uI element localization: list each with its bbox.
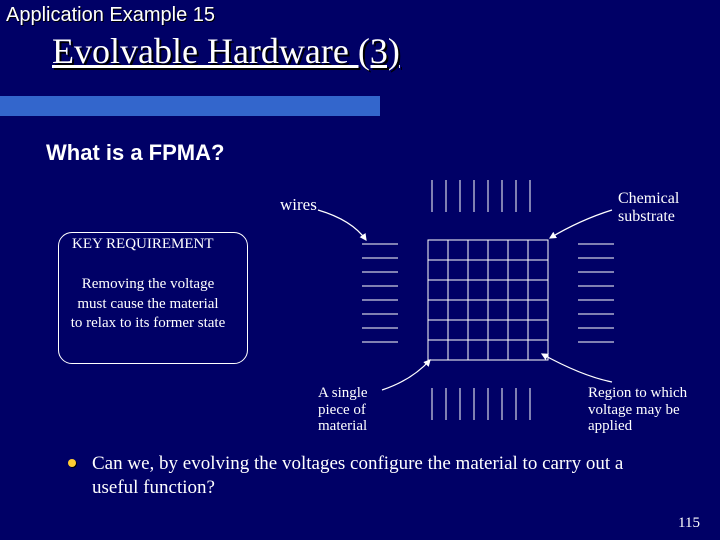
accent-bar bbox=[0, 96, 380, 116]
page-number: 115 bbox=[678, 515, 700, 532]
key-requirement-body: Removing the voltage must cause the mate… bbox=[70, 275, 226, 334]
label-chemical-substrate: Chemical substrate bbox=[618, 190, 690, 225]
section-heading: What is a FPMA? bbox=[46, 140, 224, 166]
bullet-dot-icon bbox=[68, 459, 76, 467]
bullet-text: Can we, by evolving the voltages configu… bbox=[92, 452, 668, 500]
super-title: Application Example 15 bbox=[6, 4, 215, 27]
fpma-diagram-svg bbox=[312, 180, 622, 440]
slide-title: Evolvable Hardware (3) bbox=[52, 30, 400, 72]
bullet-item: Can we, by evolving the voltages configu… bbox=[68, 452, 668, 500]
key-requirement-heading: KEY REQUIREMENT bbox=[72, 236, 214, 253]
fpma-diagram bbox=[312, 180, 622, 440]
